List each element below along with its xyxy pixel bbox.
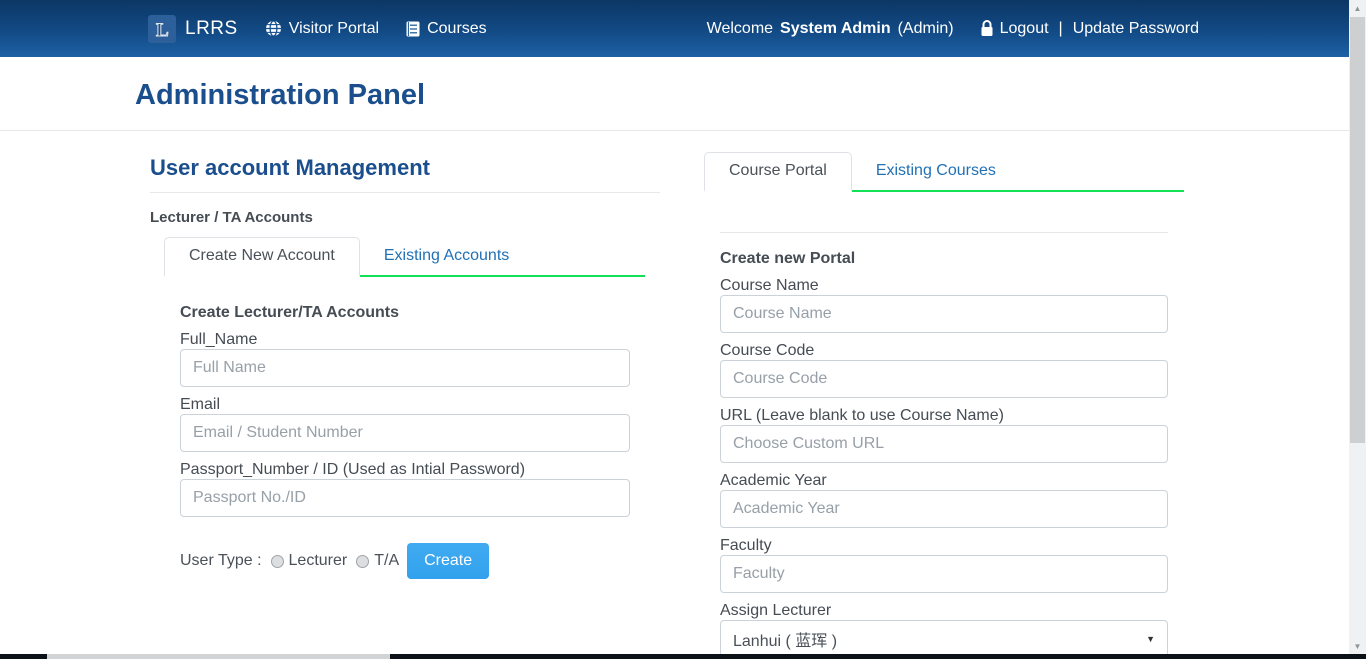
passport-input[interactable] [180, 479, 630, 517]
lecturer-ta-subtitle: Lecturer / TA Accounts [150, 209, 660, 226]
tab-course-portal[interactable]: Course Portal [704, 152, 852, 192]
fullname-group: Full_Name [180, 330, 630, 387]
url-group: URL (Leave blank to use Course Name) [720, 406, 1168, 463]
nav-visitor-portal[interactable]: Visitor Portal [265, 20, 379, 38]
lock-icon [980, 20, 994, 37]
course-name-group: Course Name [720, 276, 1168, 333]
course-portal-pane: Create new Portal Course Name Course Cod… [704, 232, 1184, 659]
course-code-group: Course Code [720, 341, 1168, 398]
nav-courses[interactable]: Courses [406, 20, 487, 38]
tab-create-new-account[interactable]: Create New Account [164, 237, 360, 277]
user-account-title: User account Management [150, 155, 660, 193]
academic-year-group: Academic Year [720, 471, 1168, 528]
academic-year-input[interactable] [720, 490, 1168, 528]
welcome-text: Welcome [707, 20, 773, 38]
radio-ta[interactable] [356, 555, 369, 568]
user-type-row: User Type : Lecturer T/A Create [180, 543, 630, 579]
assign-lecturer-select[interactable]: Lanhui ( 蓝珲 ) ▼ [720, 620, 1168, 658]
faculty-input[interactable] [720, 555, 1168, 593]
passport-group: Passport_Number / ID (Used as Intial Pas… [180, 460, 630, 517]
create-account-button[interactable]: Create [407, 543, 489, 579]
chevron-down-icon: ▼ [1146, 634, 1155, 644]
tab-existing-courses[interactable]: Existing Courses [852, 153, 1020, 190]
user-type-label: User Type : [180, 552, 262, 570]
book-icon [406, 21, 420, 37]
user-account-panel: User account Management Lecturer / TA Ac… [150, 145, 660, 579]
nav-visitor-portal-label: Visitor Portal [289, 20, 379, 38]
top-navbar: L LRRS Visitor Portal Co [0, 0, 1366, 57]
course-panel: Course Portal Existing Courses Create ne… [704, 152, 1184, 659]
assign-lecturer-group: Assign Lecturer Lanhui ( 蓝珲 ) ▼ [720, 601, 1168, 658]
logout-label: Logout [1000, 20, 1049, 38]
assign-lecturer-value: Lanhui ( 蓝珲 ) [733, 627, 837, 651]
create-portal-heading: Create new Portal [720, 250, 1168, 268]
course-name-input[interactable] [720, 295, 1168, 333]
radio-ta-label: T/A [374, 552, 399, 570]
tab-existing-accounts[interactable]: Existing Accounts [360, 238, 533, 275]
academic-year-label: Academic Year [720, 471, 1168, 490]
user-name: System Admin [780, 20, 891, 38]
scrollbar-thumb[interactable] [1350, 17, 1365, 443]
course-code-label: Course Code [720, 341, 1168, 360]
fullname-input[interactable] [180, 349, 630, 387]
radio-lecturer-label: Lecturer [289, 552, 348, 570]
user-role: (Admin) [898, 20, 954, 38]
horizontal-scrollbar-thumb[interactable] [47, 654, 390, 659]
page-title: Administration Panel [135, 79, 1349, 112]
update-password-link[interactable]: Update Password [1073, 20, 1199, 38]
nav-courses-label: Courses [427, 20, 487, 38]
vertical-scrollbar[interactable]: ▲ ▼ [1349, 0, 1366, 659]
nav-separator: | [1059, 20, 1063, 38]
account-tabs: Create New Account Existing Accounts [164, 237, 645, 277]
create-accounts-heading: Create Lecturer/TA Accounts [180, 304, 630, 322]
globe-icon [265, 20, 282, 37]
radio-lecturer[interactable] [271, 555, 284, 568]
passport-label: Passport_Number / ID (Used as Intial Pas… [180, 460, 630, 479]
brand-label: LRRS [185, 18, 238, 40]
navbar-right: Welcome System Admin (Admin) Logout | Up… [707, 20, 1199, 38]
create-account-pane: Create Lecturer/TA Accounts Full_Name Em… [150, 304, 660, 579]
bottom-edge-bar [0, 654, 1366, 659]
scroll-down-arrow-icon[interactable]: ▼ [1349, 638, 1366, 655]
scroll-up-arrow-icon[interactable]: ▲ [1349, 0, 1366, 17]
pane-divider [720, 232, 1168, 233]
brand[interactable]: L LRRS [148, 15, 238, 43]
lrrs-logo-icon: L [148, 15, 176, 43]
url-label: URL (Leave blank to use Course Name) [720, 406, 1168, 425]
email-group: Email [180, 395, 630, 452]
logout-link[interactable]: Logout [980, 20, 1049, 38]
url-input[interactable] [720, 425, 1168, 463]
email-input[interactable] [180, 414, 630, 452]
course-tabs: Course Portal Existing Courses [704, 152, 1184, 192]
course-name-label: Course Name [720, 276, 1168, 295]
faculty-label: Faculty [720, 536, 1168, 555]
email-label: Email [180, 395, 630, 414]
assign-lecturer-label: Assign Lecturer [720, 601, 1168, 620]
fullname-label: Full_Name [180, 330, 630, 349]
course-code-input[interactable] [720, 360, 1168, 398]
page-header: Administration Panel [0, 57, 1349, 131]
faculty-group: Faculty [720, 536, 1168, 593]
svg-text:L: L [156, 20, 169, 40]
